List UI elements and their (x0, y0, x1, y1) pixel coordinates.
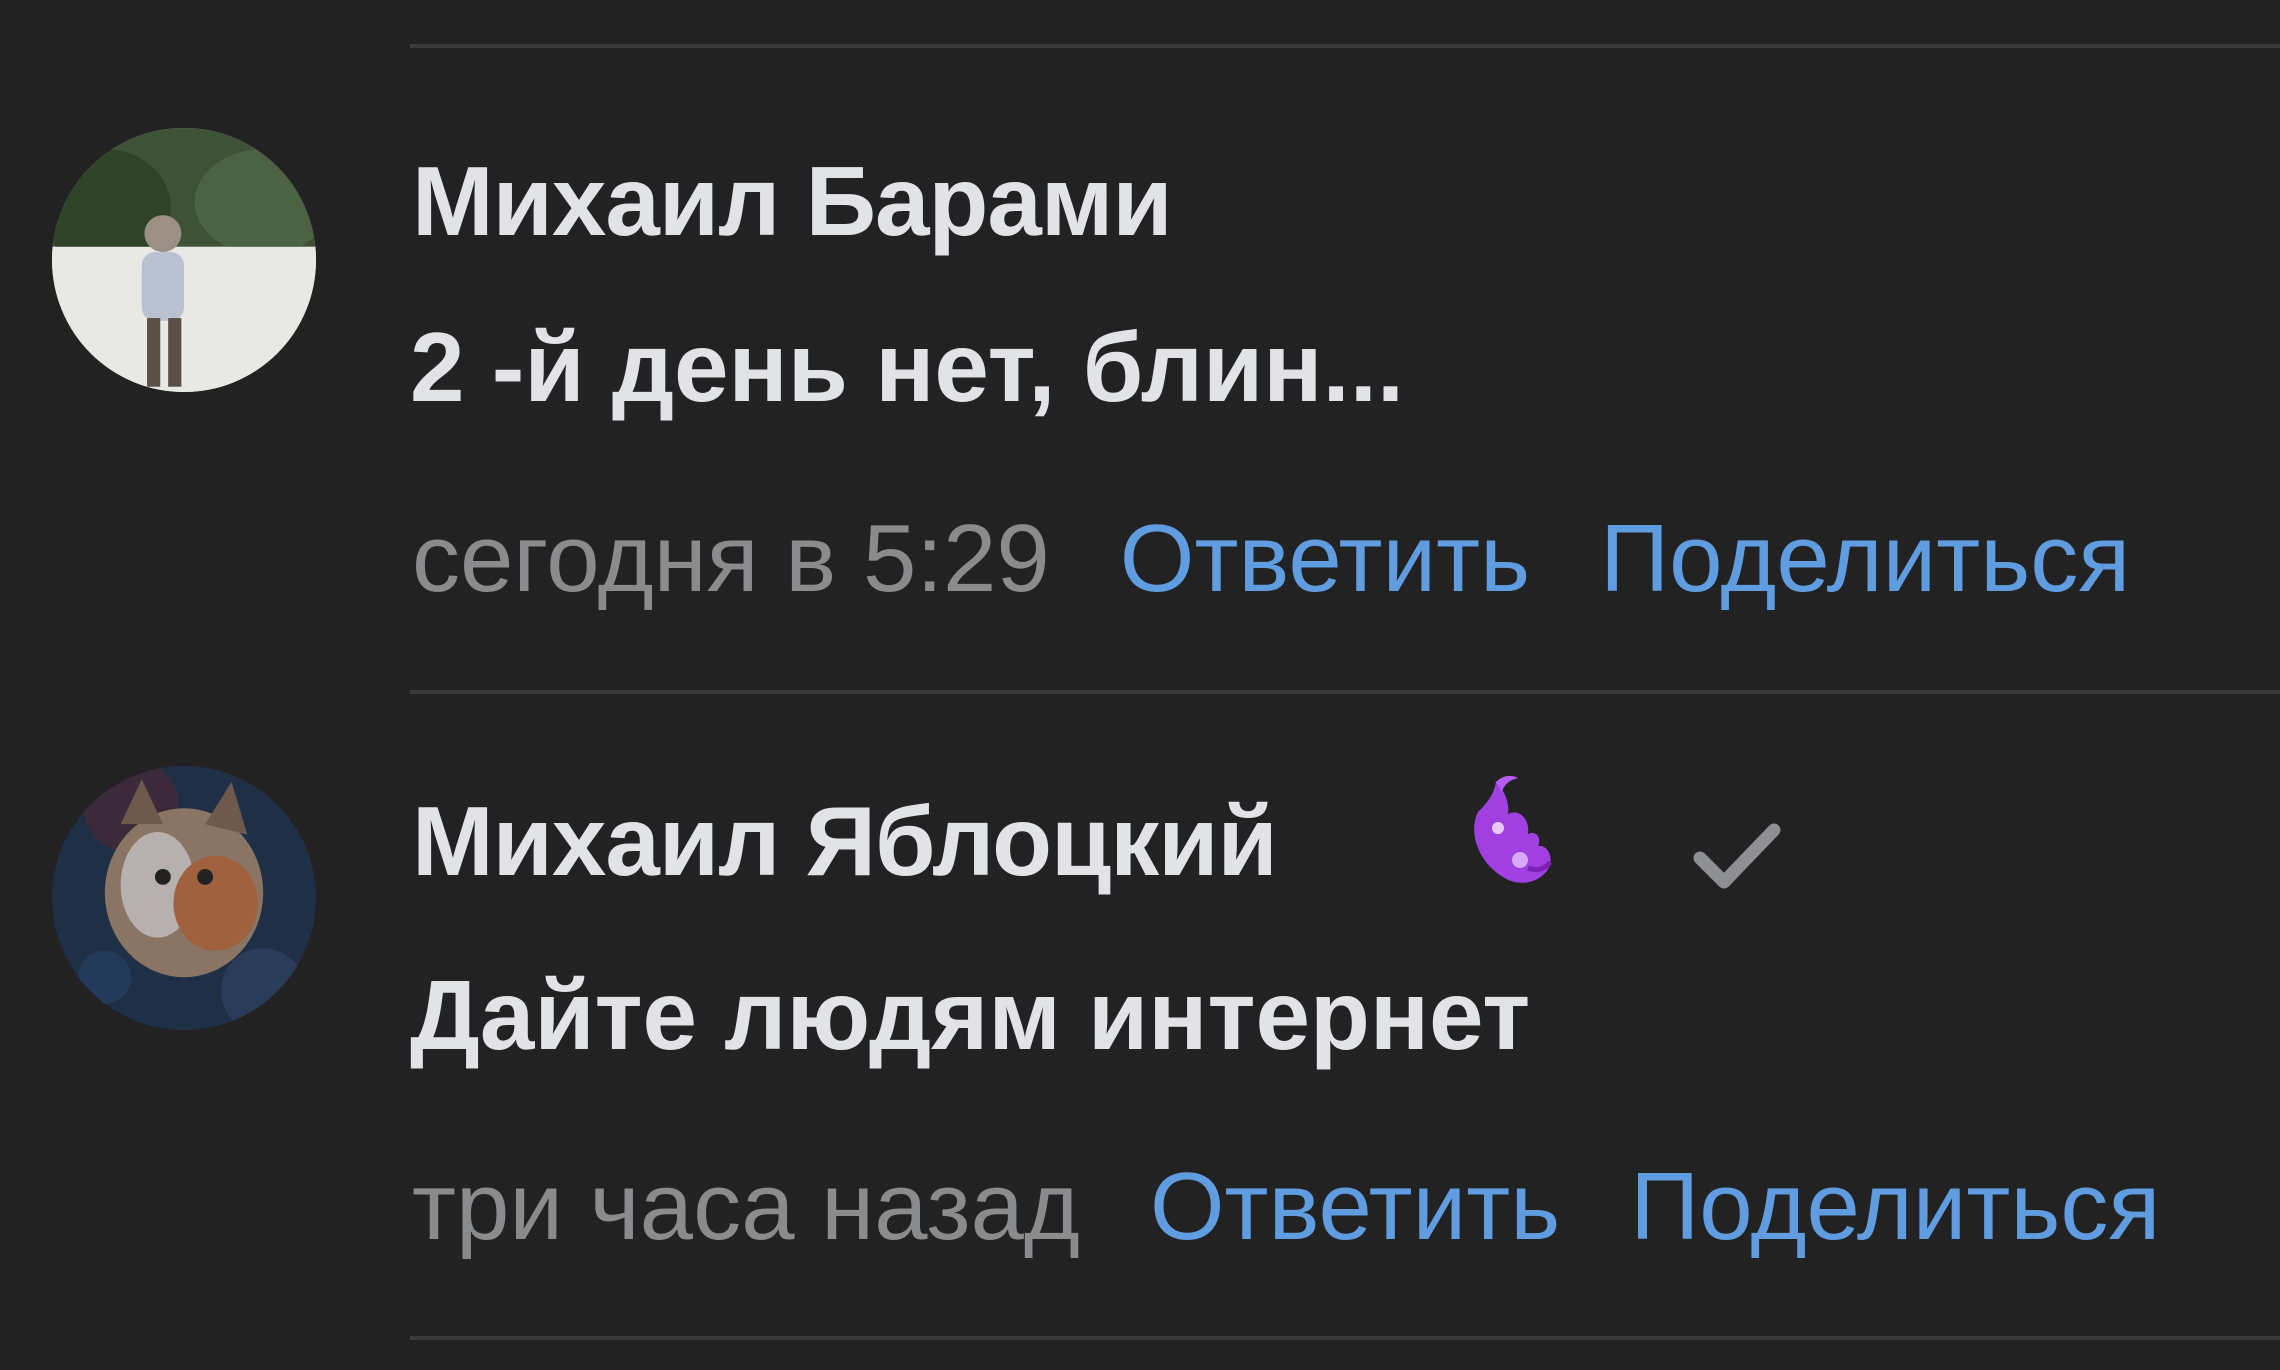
avatar-cat-photo-icon (52, 766, 316, 1030)
comment-meta: сегодня в 5:29 Ответить Поделиться (412, 504, 2130, 614)
share-button[interactable]: Поделиться (1600, 504, 2130, 614)
share-button[interactable]: Поделиться (1630, 1152, 2160, 1262)
comment-divider (410, 44, 2280, 48)
comment-timestamp[interactable]: сегодня в 5:29 (412, 504, 1050, 614)
comment-divider (410, 1336, 2280, 1340)
purple-dragon-badge-icon[interactable] (1458, 772, 1558, 902)
comment-timestamp[interactable]: три часа назад (412, 1152, 1080, 1262)
reply-button[interactable]: Ответить (1120, 504, 1530, 614)
comment-text: Дайте людям интернет (410, 960, 1531, 1070)
author-name[interactable]: Михаил Яблоцкий (412, 786, 1278, 896)
avatar[interactable] (52, 766, 316, 1030)
checkmark-icon (1693, 823, 1781, 889)
comment-meta: три часа назад Ответить Поделиться (412, 1152, 2160, 1262)
reply-button[interactable]: Ответить (1150, 1152, 1560, 1262)
avatar-photo-icon (52, 128, 316, 392)
comments-thread: Михаил Барами 2 -й день нет, блин... сег… (0, 0, 2280, 1370)
author-name[interactable]: Михаил Барами (412, 146, 1173, 256)
comment-divider (410, 690, 2280, 694)
avatar[interactable] (52, 128, 316, 392)
comment-text: 2 -й день нет, блин... (410, 312, 1405, 422)
